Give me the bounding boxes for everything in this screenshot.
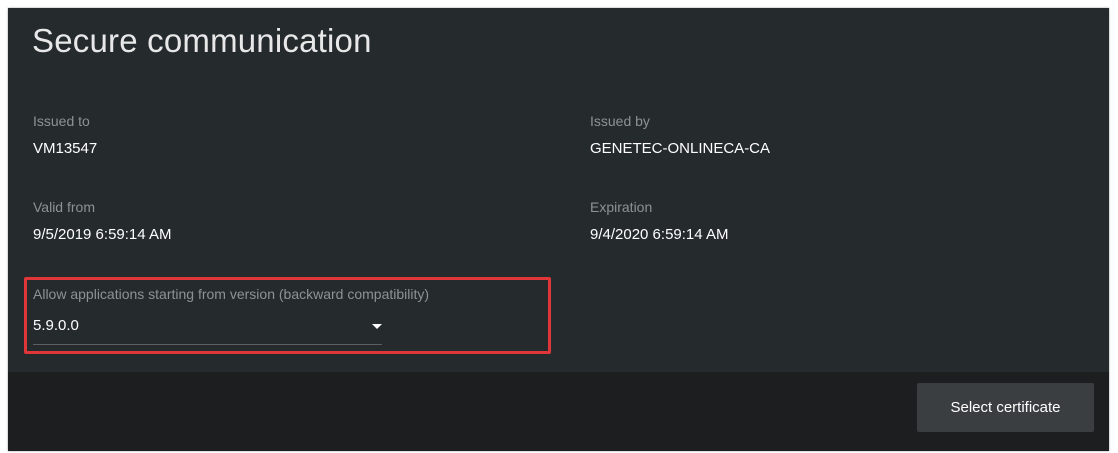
- valid-from-label: Valid from: [33, 199, 95, 215]
- panel-body: Secure communication Issued to VM13547 I…: [8, 8, 1109, 372]
- compatibility-highlight-box: [24, 277, 551, 354]
- issued-to-field: Issued to VM13547: [33, 113, 97, 157]
- issued-by-value: GENETEC-ONLINECA-CA: [590, 140, 771, 157]
- valid-from-field: Valid from 9/5/2019 6:59:14 AM: [33, 199, 171, 243]
- expiration-label: Expiration: [590, 199, 653, 215]
- select-certificate-button[interactable]: Select certificate: [917, 383, 1094, 432]
- expiration-field: Expiration 9/4/2020 6:59:14 AM: [590, 199, 728, 243]
- panel-title: Secure communication: [32, 22, 372, 59]
- issued-by-field: Issued by GENETEC-ONLINECA-CA: [590, 113, 770, 157]
- expiration-value: 9/4/2020 6:59:14 AM: [590, 226, 729, 243]
- issued-to-value: VM13547: [33, 140, 98, 157]
- issued-to-label: Issued to: [33, 113, 90, 129]
- issued-by-label: Issued by: [590, 113, 650, 129]
- valid-from-value: 9/5/2019 6:59:14 AM: [33, 226, 172, 243]
